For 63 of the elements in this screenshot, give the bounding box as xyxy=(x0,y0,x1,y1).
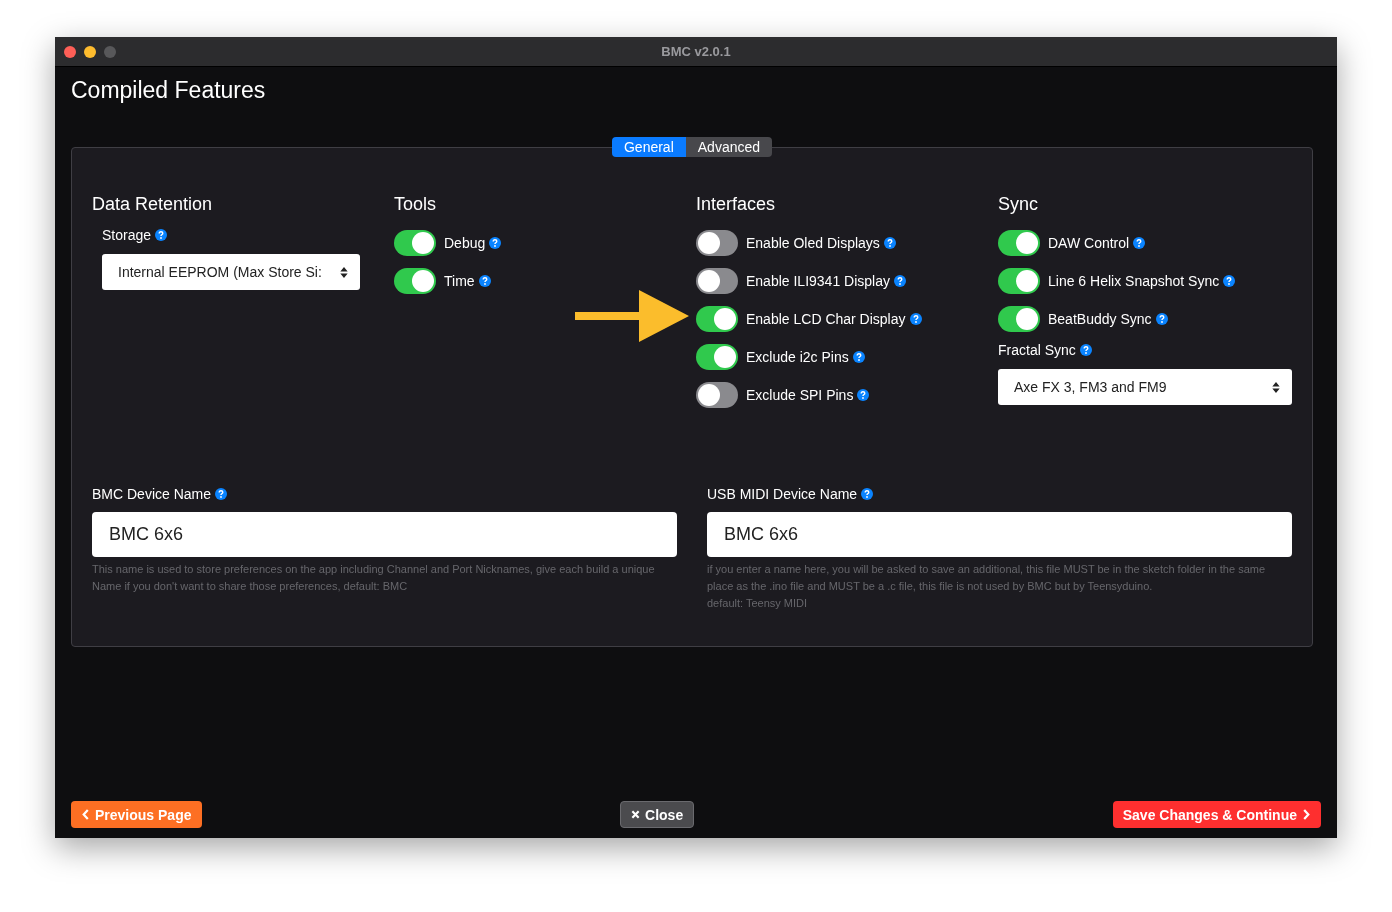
toggle-switch[interactable] xyxy=(998,230,1040,256)
toggle-switch[interactable] xyxy=(696,344,738,370)
toggle-label: DAW Control xyxy=(1048,235,1130,251)
chevron-right-icon xyxy=(1302,809,1311,820)
section-title: Tools xyxy=(394,193,437,216)
help-icon[interactable] xyxy=(857,389,870,401)
fractal-select[interactable]: Axe FX 3, FM3 and FM9 xyxy=(998,369,1292,405)
help-text: if you enter a name here, you will be asked to save an additional, this file MUST be in the sketch folder in the same place as the .ino file and MUST be a .c file, this file is not used by BMC but by Teensyduino. xyxy=(707,562,1267,594)
updown-icon xyxy=(340,266,348,278)
toggle-label: Exclude SPI Pins xyxy=(746,387,854,403)
toggle-label: Enable LCD Char Display xyxy=(746,311,906,327)
toggle-switch[interactable] xyxy=(696,382,738,408)
field-label: Storage xyxy=(102,227,152,243)
field-label: Fractal Sync xyxy=(998,342,1076,358)
arrow-icon xyxy=(575,290,689,342)
help-icon[interactable] xyxy=(478,275,491,287)
minimize-window-icon[interactable] xyxy=(84,45,96,58)
help-icon[interactable] xyxy=(852,351,865,363)
help-icon[interactable] xyxy=(1133,237,1146,249)
toggle-switch[interactable] xyxy=(998,268,1040,294)
toggle-label: Debug xyxy=(444,235,486,251)
toggle-switch[interactable] xyxy=(394,230,436,256)
section-title: Interfaces xyxy=(696,193,776,216)
help-text: default: Teensy MIDI xyxy=(707,596,809,611)
toggle-label: Line 6 Helix Snapshot Sync xyxy=(1048,273,1220,289)
section-title: Sync xyxy=(998,193,1039,216)
help-icon[interactable] xyxy=(861,488,874,500)
toggle-label: Enable Oled Displays xyxy=(746,235,880,251)
close-window-icon[interactable] xyxy=(64,45,76,58)
help-icon[interactable] xyxy=(883,237,896,249)
field-label: BMC Device Name xyxy=(92,486,212,502)
close-button[interactable]: Close xyxy=(620,801,695,828)
toggle-switch[interactable] xyxy=(696,230,738,256)
storage-select[interactable]: Internal EEPROM (Max Store Si: xyxy=(102,254,360,290)
toggle-switch[interactable] xyxy=(696,306,738,332)
close-icon xyxy=(631,809,641,820)
toggle-label: Time xyxy=(444,273,475,289)
page-heading: Compiled Features xyxy=(71,76,266,105)
help-icon[interactable] xyxy=(909,313,922,325)
toggle-switch[interactable] xyxy=(998,306,1040,332)
help-icon[interactable] xyxy=(489,237,502,249)
help-icon[interactable] xyxy=(1155,313,1168,325)
tab[interactable]: Advanced xyxy=(685,137,773,157)
help-icon[interactable] xyxy=(1079,344,1092,356)
toggle-switch[interactable] xyxy=(696,268,738,294)
updown-icon xyxy=(1272,381,1280,393)
help-icon[interactable] xyxy=(1223,275,1236,287)
help-text: This name is used to store preferences on the app including Channel and Port Nicknames, give each build a unique Name if you don't want to share those preferences, default: BMC xyxy=(92,562,656,594)
tab[interactable]: General xyxy=(611,137,686,157)
toggle-label: Exclude i2c Pins xyxy=(746,349,849,365)
field-label: USB MIDI Device Name xyxy=(707,486,858,502)
section-title: Data Retention xyxy=(92,193,213,216)
save-button[interactable]: Save Changes & Continue xyxy=(1112,801,1321,828)
toggle-label: Enable ILI9341 Display xyxy=(746,273,890,289)
help-icon[interactable] xyxy=(894,275,906,287)
input-field[interactable]: BMC 6x6 xyxy=(92,512,677,557)
help-icon[interactable] xyxy=(155,229,168,241)
chevron-left-icon xyxy=(81,809,90,820)
help-icon[interactable] xyxy=(215,488,228,500)
toggle-label: BeatBuddy Sync xyxy=(1048,311,1152,327)
window-title: BMC v2.0.1 xyxy=(661,44,731,59)
input-field[interactable]: BMC 6x6 xyxy=(707,512,1292,557)
toggle-switch[interactable] xyxy=(394,268,436,294)
